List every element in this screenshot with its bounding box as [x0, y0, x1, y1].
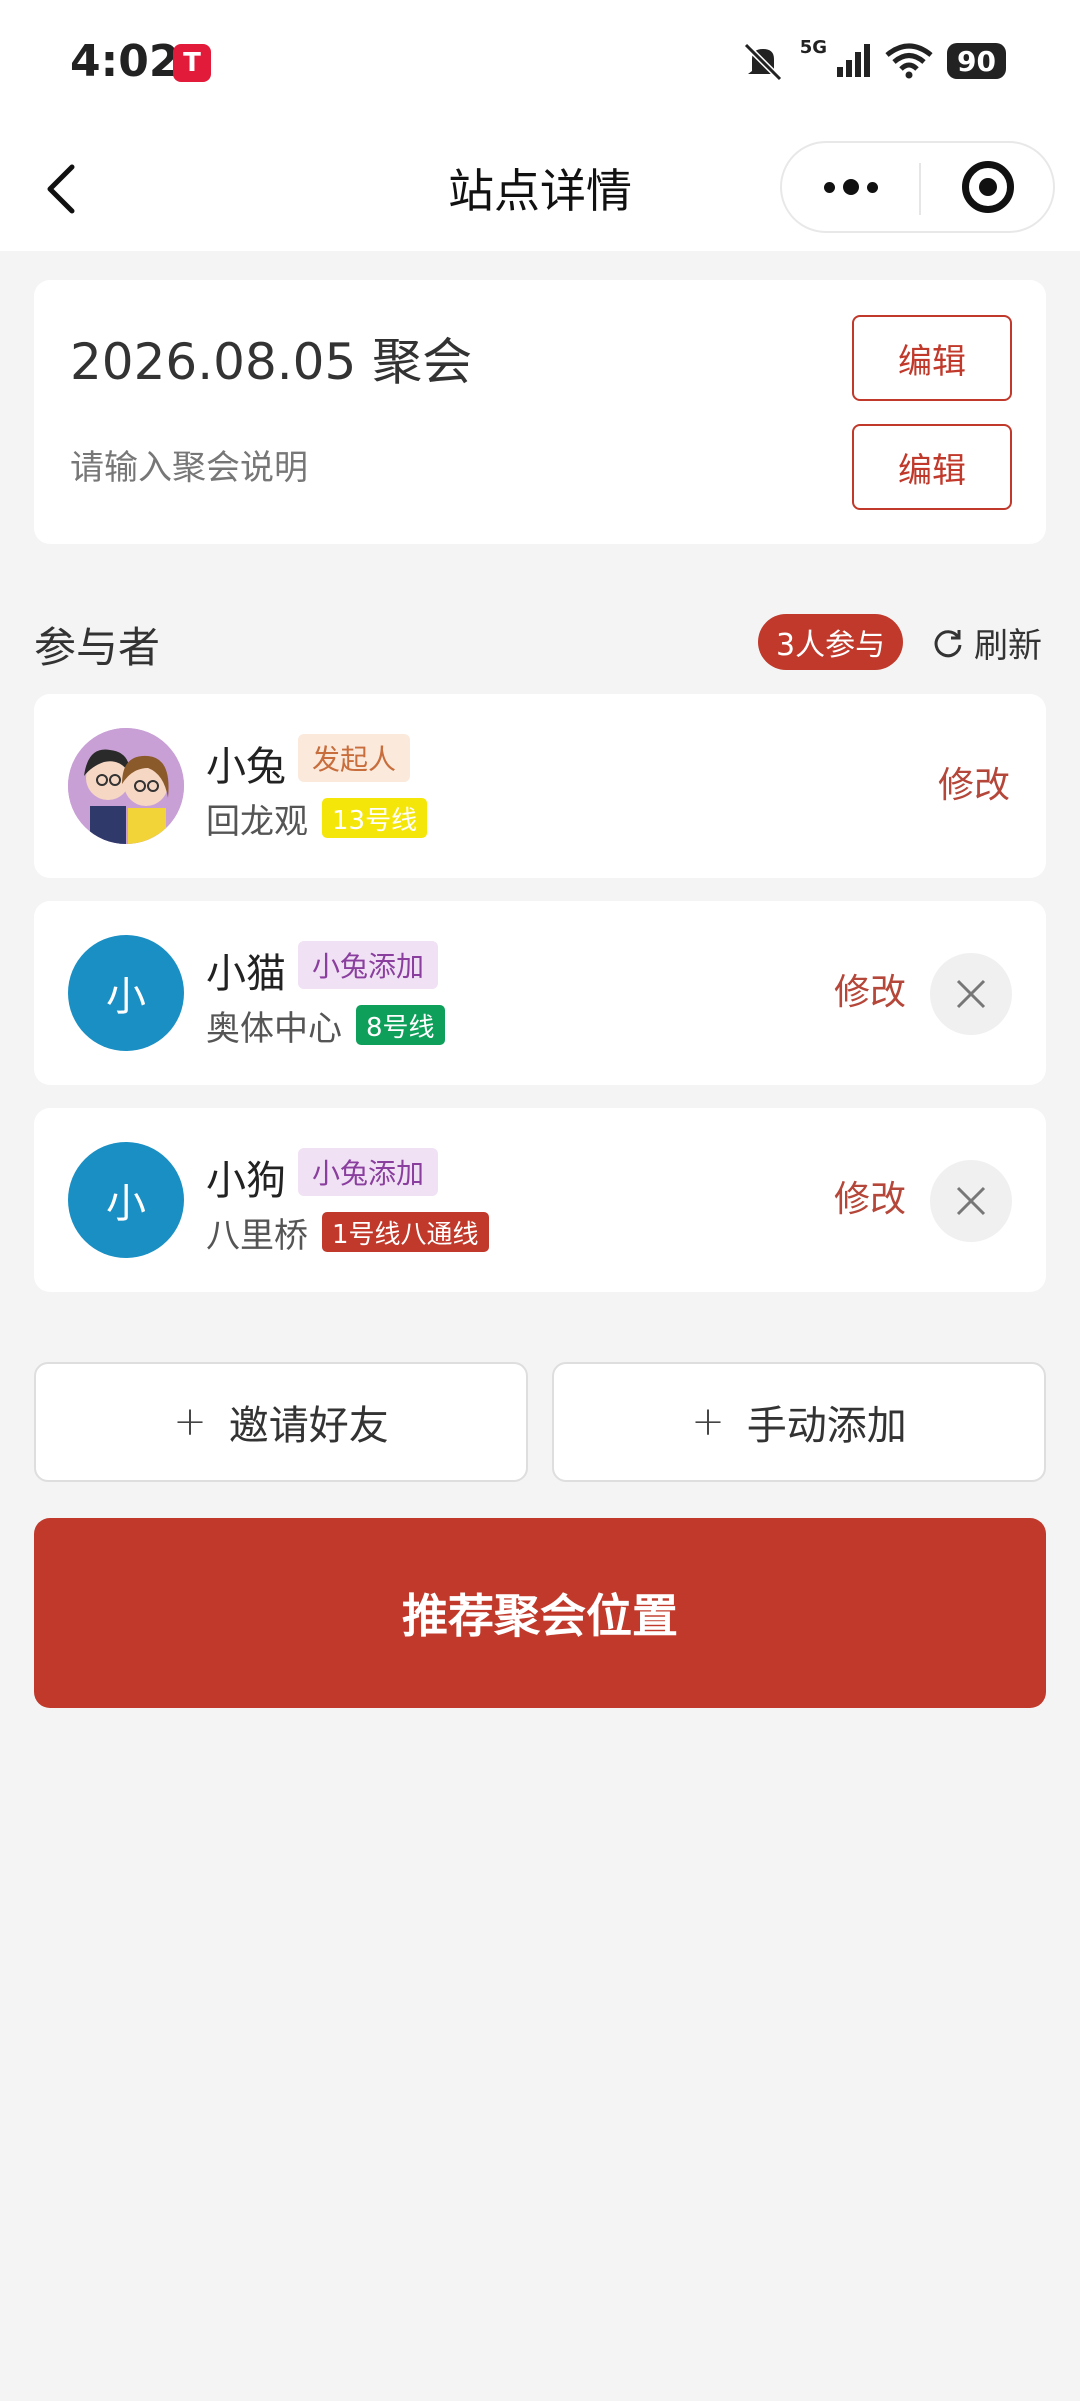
network-type: 5G: [799, 36, 828, 58]
refresh-icon: [934, 629, 962, 657]
refresh-label: 刷新: [974, 626, 1042, 666]
participant-name: 小猫: [206, 951, 286, 997]
edit-title-button[interactable]: 编辑: [852, 315, 1012, 401]
modify-button[interactable]: 修改: [834, 1170, 906, 1222]
edit-description-button[interactable]: 编辑: [852, 424, 1012, 510]
participant-station: 奥体中心: [206, 1009, 342, 1049]
mini-program-capsule: [780, 141, 1055, 233]
target-icon[interactable]: [921, 143, 1055, 231]
battery-icon: 90: [947, 43, 1006, 79]
remove-participant-button[interactable]: [930, 1160, 1012, 1242]
metro-line-tag: 8号线: [356, 1005, 445, 1045]
modify-button[interactable]: 修改: [834, 963, 906, 1015]
avatar: 小: [68, 1142, 184, 1258]
manual-add-label: 手动添加: [746, 1403, 907, 1449]
participant-name: 小狗: [206, 1158, 286, 1204]
wifi-icon: [885, 43, 933, 79]
status-icons: 5G 90: [740, 36, 1006, 84]
participants-title: 参与者: [34, 623, 161, 672]
event-card: 2026.08.05 聚会 请输入聚会说明 编辑 编辑: [34, 280, 1046, 544]
manual-add-button[interactable]: + 手动添加: [552, 1362, 1046, 1482]
mute-icon: [743, 42, 782, 81]
participant-card: 小兔 发起人 回龙观 13号线 修改: [34, 694, 1046, 878]
added-by-tag: 小兔添加: [298, 941, 439, 989]
close-icon: [956, 1186, 986, 1216]
modify-button[interactable]: 修改: [938, 756, 1010, 808]
close-icon: [956, 979, 986, 1009]
initiator-tag: 发起人: [298, 734, 411, 782]
participant-station: 回龙观: [206, 802, 308, 842]
added-by-tag: 小兔添加: [298, 1148, 439, 1196]
metro-line-tag: 1号线八通线: [322, 1212, 489, 1252]
more-dots-icon[interactable]: [782, 143, 919, 231]
participant-station: 八里桥: [206, 1216, 308, 1256]
app-notification-icon: T: [173, 44, 211, 82]
participant-card: 小 小狗 小兔添加 八里桥 1号线八通线 修改: [34, 1108, 1046, 1292]
plus-icon: +: [691, 1399, 725, 1445]
avatar-illustration: [68, 728, 184, 844]
participant-name: 小兔: [206, 744, 286, 790]
signal-icon: [837, 44, 871, 77]
participant-card: 小 小猫 小兔添加 奥体中心 8号线 修改: [34, 901, 1046, 1085]
event-description-placeholder: 请输入聚会说明: [70, 448, 308, 488]
remove-participant-button[interactable]: [930, 953, 1012, 1035]
status-bar: 4:02 T 5G 90: [0, 0, 1080, 125]
metro-line-tag: 13号线: [322, 798, 428, 838]
avatar: 小: [68, 935, 184, 1051]
invite-friends-label: 邀请好友: [228, 1403, 389, 1449]
invite-friends-button[interactable]: + 邀请好友: [34, 1362, 528, 1482]
nav-bar: 站点详情: [0, 125, 1080, 251]
event-title: 2026.08.05 聚会: [70, 333, 473, 391]
avatar: [68, 728, 184, 844]
participant-count-badge: 3人参与: [758, 614, 904, 670]
status-time: 4:02: [70, 36, 180, 87]
plus-icon: +: [173, 1399, 207, 1445]
recommend-location-button[interactable]: 推荐聚会位置: [34, 1518, 1046, 1708]
refresh-button[interactable]: 刷新: [932, 618, 1042, 667]
